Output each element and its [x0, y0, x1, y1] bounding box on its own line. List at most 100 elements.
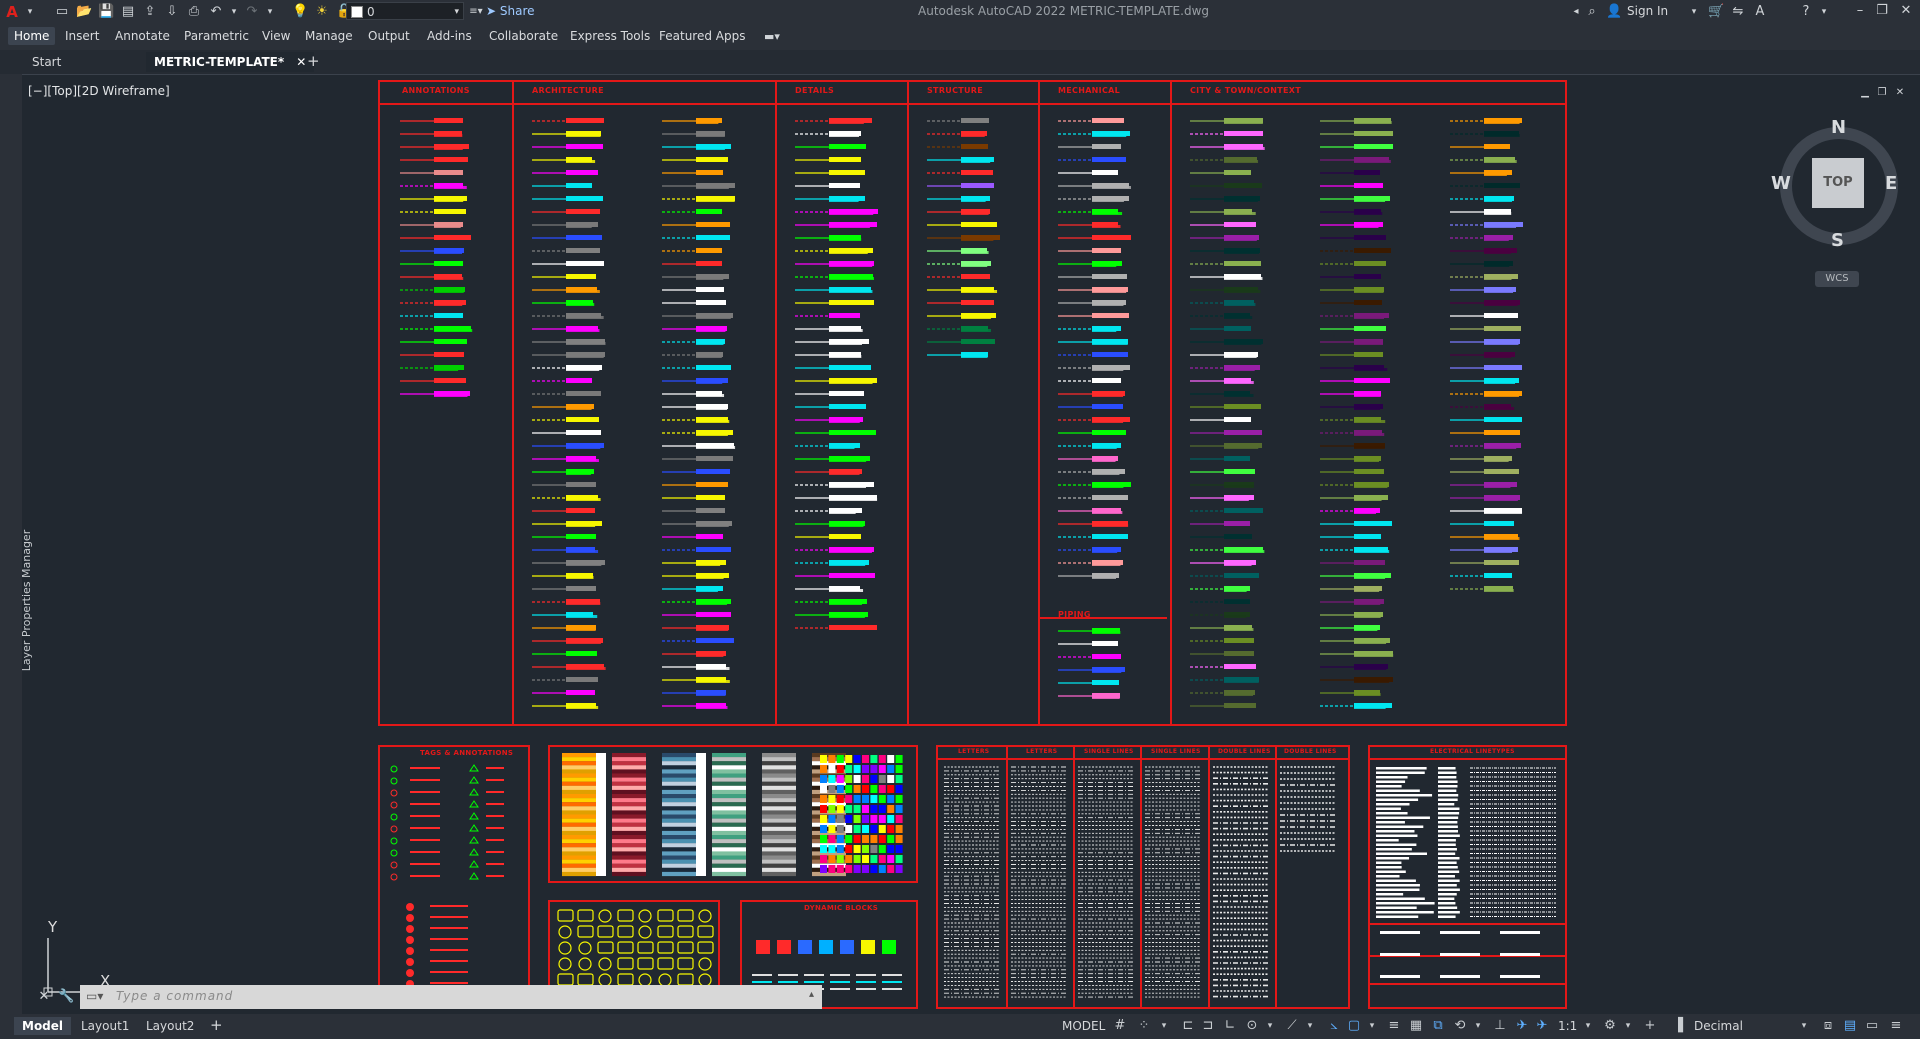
tab-parametric[interactable]: Parametric — [184, 29, 249, 43]
object-snap-icon[interactable]: ▢ — [1346, 1018, 1362, 1034]
annotation-visibility-icon[interactable]: ✈ — [1514, 1018, 1530, 1034]
3d-osnap-icon[interactable]: ⟲ — [1452, 1018, 1468, 1034]
transparency-icon[interactable]: ▦ — [1408, 1018, 1424, 1034]
command-prompt-icon[interactable]: ▭▾ — [86, 989, 103, 1003]
new-file-icon[interactable]: ▭ — [54, 4, 70, 20]
grid-icon[interactable]: # — [1112, 1018, 1128, 1034]
command-input[interactable]: Type a command — [116, 989, 233, 1003]
redo-dropdown-icon[interactable]: ▾ — [266, 4, 274, 20]
tab-featured-apps[interactable]: Featured Apps — [659, 29, 745, 43]
viewcube-top-face[interactable]: TOP — [1812, 158, 1864, 208]
undo-dropdown-icon[interactable]: ▾ — [230, 4, 238, 20]
model-space-button[interactable]: MODEL — [1062, 1019, 1105, 1033]
viewport-controls[interactable]: [−][Top][2D Wireframe] — [28, 84, 170, 98]
layer-dropdown[interactable]: 0 ▾ — [346, 2, 464, 20]
sign-in-button[interactable]: Sign In — [1627, 4, 1668, 18]
viewport-close-icon[interactable]: ✕ — [1892, 85, 1908, 101]
minimize-icon[interactable]: – — [1852, 3, 1868, 19]
user-icon[interactable]: 👤 — [1606, 4, 1622, 20]
ortho-icon[interactable]: ∟ — [1222, 1018, 1238, 1034]
open-file-icon[interactable]: 📂 — [76, 4, 92, 20]
polar-dropdown-icon[interactable]: ▾ — [1262, 1018, 1278, 1034]
iso-dropdown-icon[interactable]: ▾ — [1302, 1018, 1318, 1034]
tab-layout2[interactable]: Layout2 — [146, 1019, 194, 1033]
compass-north[interactable]: N — [1831, 117, 1846, 138]
command-settings-icon[interactable]: 🔧 — [58, 989, 74, 1005]
tab-layout1[interactable]: Layout1 — [81, 1019, 129, 1033]
tab-view[interactable]: View — [262, 29, 290, 43]
plot-icon[interactable]: ⎙ — [186, 4, 202, 20]
units-icon[interactable]: ▐ — [1670, 1018, 1686, 1034]
infer-constraints-icon[interactable]: ⊏ — [1180, 1018, 1196, 1034]
customization-icon[interactable]: ≡ — [1888, 1018, 1904, 1034]
command-close-icon[interactable]: ✕ — [36, 989, 52, 1005]
layer-on-icon[interactable]: 💡 — [292, 4, 308, 20]
selection-cycling-icon[interactable]: ⧉ — [1430, 1018, 1446, 1034]
cart-icon[interactable]: 🛒 — [1708, 4, 1724, 20]
tab-collaborate[interactable]: Collaborate — [489, 29, 558, 43]
command-history-icon[interactable]: ▴ — [809, 989, 814, 1000]
object-snap-tracking-icon[interactable]: ⦣ — [1326, 1018, 1342, 1034]
new-tab-button[interactable]: + — [307, 52, 320, 70]
signin-dropdown-icon[interactable]: ▾ — [1686, 4, 1702, 20]
search-nav-back-icon[interactable]: ◂ — [1568, 4, 1584, 20]
units-dropdown-icon[interactable]: ▾ — [1796, 1018, 1812, 1034]
3d-osnap-dropdown-icon[interactable]: ▾ — [1470, 1018, 1486, 1034]
tab-home[interactable]: Home — [8, 27, 56, 45]
tab-start[interactable]: Start — [32, 55, 61, 69]
command-line[interactable]: ▭▾ Type a command ▴ — [80, 985, 822, 1009]
compass-south[interactable]: S — [1831, 230, 1844, 251]
tab-annotate[interactable]: Annotate — [115, 29, 170, 43]
open-web-icon[interactable]: ⇪ — [142, 4, 158, 20]
save-as-icon[interactable]: ▤ — [120, 4, 136, 20]
snap-icon[interactable]: ⁘ — [1136, 1018, 1152, 1034]
tab-insert[interactable]: Insert — [65, 29, 99, 43]
graphics-performance-icon[interactable]: ▤ — [1842, 1018, 1858, 1034]
snap-dropdown-icon[interactable]: ▾ — [1156, 1018, 1172, 1034]
clean-screen-icon[interactable]: ▭ — [1864, 1018, 1880, 1034]
autocad-logo-icon[interactable]: A — [4, 4, 20, 20]
viewport-minimize-icon[interactable]: ▁ — [1857, 85, 1873, 101]
tab-output[interactable]: Output — [368, 29, 410, 43]
lineweight-icon[interactable]: ≡ — [1386, 1018, 1402, 1034]
app-menu-dropdown-icon[interactable]: ▾ — [26, 4, 34, 20]
maximize-icon[interactable]: ❐ — [1874, 3, 1890, 19]
scale-dropdown-icon[interactable]: ▾ — [1580, 1018, 1596, 1034]
autodesk-account-icon[interactable]: A — [1752, 4, 1768, 20]
workspace-dropdown-icon[interactable]: ▾ — [1620, 1018, 1636, 1034]
workspace-gear-icon[interactable]: ⚙ — [1602, 1018, 1618, 1034]
save-icon[interactable]: 💾 — [98, 4, 114, 20]
layer-freeze-icon[interactable]: ☀ — [314, 4, 330, 20]
redo-icon[interactable]: ↷ — [244, 4, 260, 20]
add-layout-button[interactable]: + — [210, 1016, 223, 1034]
help-icon[interactable]: ? — [1798, 4, 1814, 20]
tab-metric-template[interactable]: METRIC-TEMPLATE* ✕ — [146, 52, 315, 72]
share-button[interactable]: ➤ Share — [486, 3, 535, 19]
tab-model[interactable]: Model — [14, 1017, 72, 1035]
help-dropdown-icon[interactable]: ▾ — [1816, 4, 1832, 20]
units-value[interactable]: Decimal — [1694, 1019, 1743, 1033]
ucs-dynamic-icon[interactable]: ⊥ — [1492, 1018, 1508, 1034]
add-icon[interactable]: + — [1642, 1018, 1658, 1034]
close-icon[interactable]: ✕ — [1898, 3, 1914, 19]
isodraft-icon[interactable]: ⟋ — [1284, 1018, 1300, 1034]
annotation-autoscale-icon[interactable]: ✈ — [1534, 1018, 1550, 1034]
osnap-dropdown-icon[interactable]: ▾ — [1364, 1018, 1380, 1034]
layer-properties-palette[interactable]: Layer Properties Manager — [0, 74, 33, 1014]
quick-properties-icon[interactable]: ⧈ — [1820, 1018, 1836, 1034]
customize-toolbar-icon[interactable]: ≡▾ — [468, 4, 484, 20]
tab-express-tools[interactable]: Express Tools — [570, 29, 650, 43]
ribbon-toggle-icon[interactable]: ▬▾ — [764, 29, 780, 45]
viewport-restore-icon[interactable]: ❐ — [1874, 85, 1890, 101]
close-tab-icon[interactable]: ✕ — [296, 55, 306, 69]
wcs-menu[interactable]: WCS — [1815, 271, 1859, 287]
compass-east[interactable]: E — [1885, 173, 1897, 194]
polar-tracking-icon[interactable]: ⊙ — [1244, 1018, 1260, 1034]
compass-west[interactable]: W — [1771, 173, 1791, 194]
save-web-icon[interactable]: ⇩ — [164, 4, 180, 20]
dynamic-input-icon[interactable]: ⊐ — [1200, 1018, 1216, 1034]
tab-manage[interactable]: Manage — [305, 29, 353, 43]
annotation-scale[interactable]: 1:1 — [1558, 1019, 1577, 1033]
search-icon[interactable]: ⌕ — [1584, 4, 1600, 20]
undo-icon[interactable]: ↶ — [208, 4, 224, 20]
